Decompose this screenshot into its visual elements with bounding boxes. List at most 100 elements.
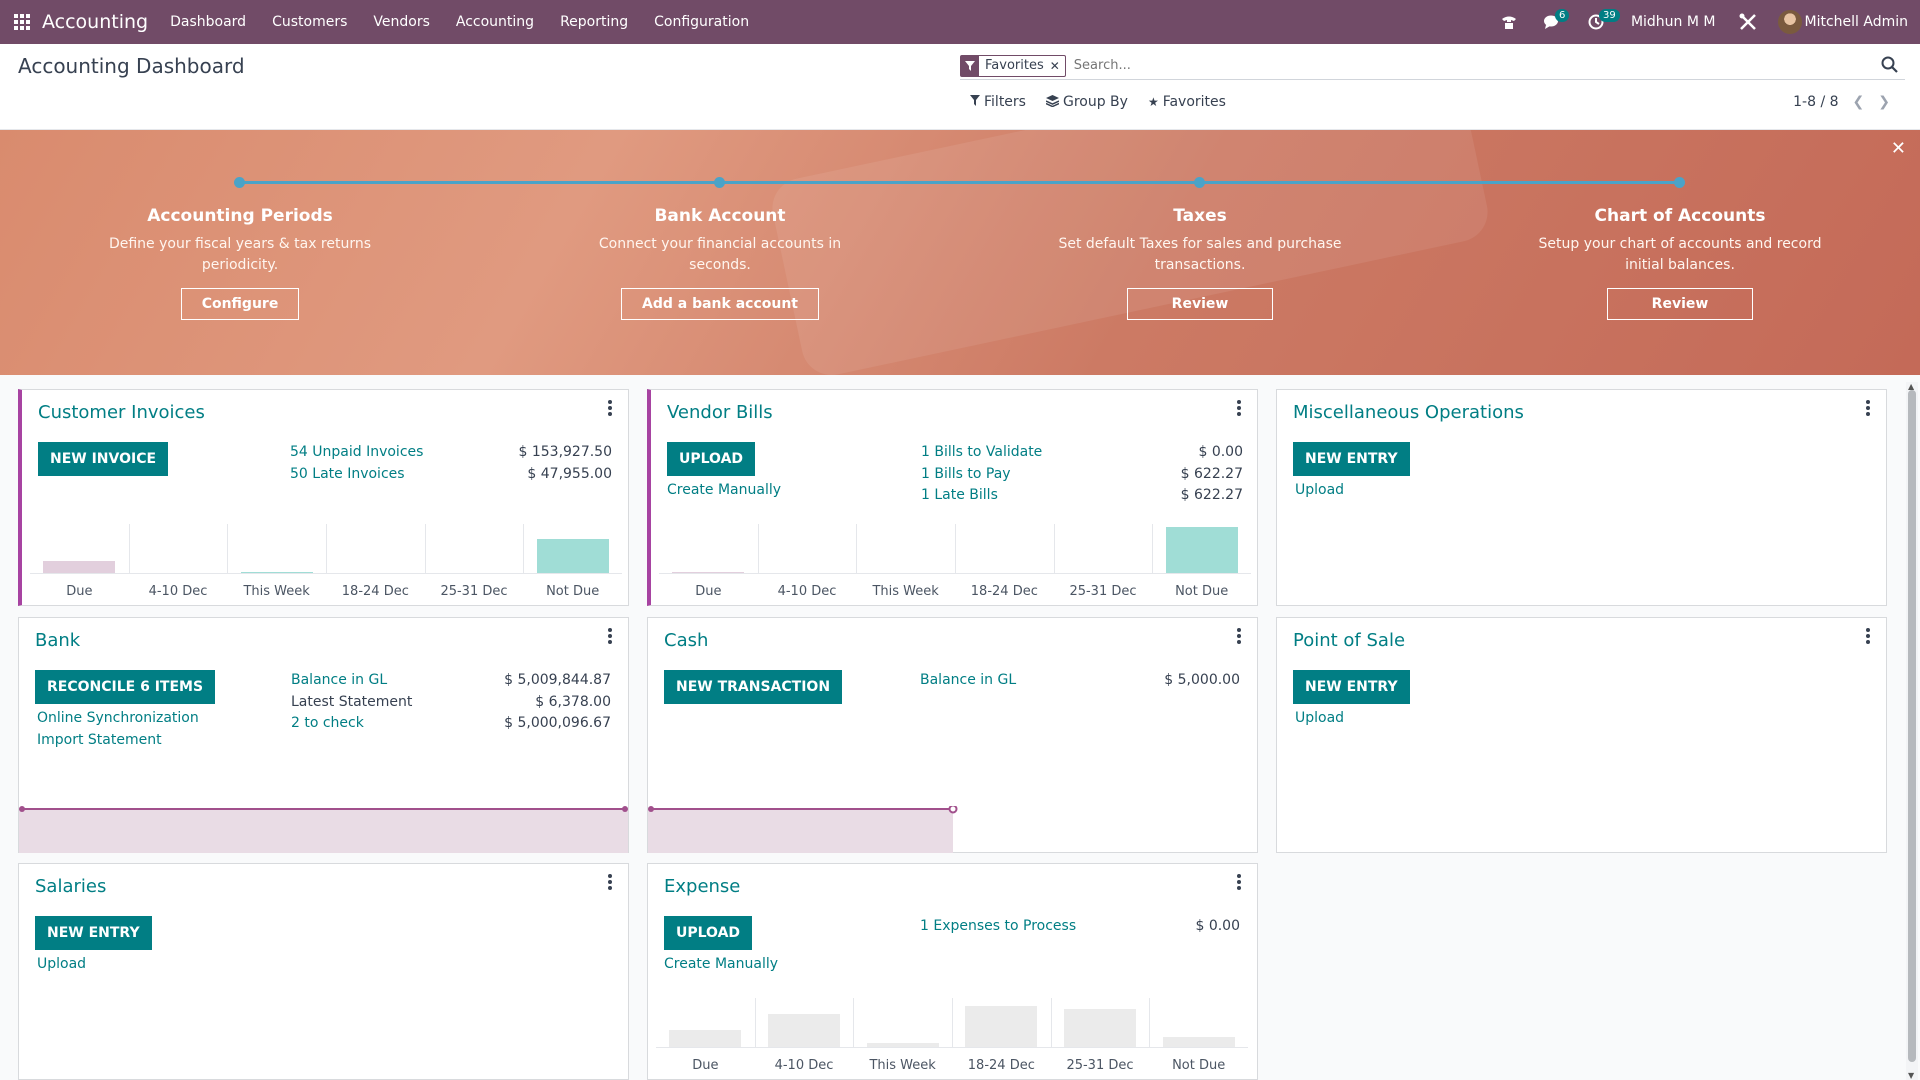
pager-next-icon[interactable]: ❯: [1878, 94, 1890, 110]
chart-x-label: 25-31 Dec: [440, 584, 508, 599]
scroll-down-icon[interactable]: ▼: [1908, 1071, 1914, 1080]
filters-dropdown[interactable]: Filters: [970, 94, 1026, 110]
chart-gridline: [952, 998, 953, 1048]
journal-card-vendor-bills: Vendor Bills UPLOAD Create Manually 1 Bi…: [647, 389, 1258, 606]
kebab-menu-icon[interactable]: [608, 400, 614, 416]
debug-tools-icon[interactable]: [1734, 8, 1762, 36]
cash-balance-line-chart[interactable]: [648, 806, 1259, 854]
search-icon[interactable]: [1881, 56, 1901, 76]
menu-vendors[interactable]: Vendors: [373, 14, 429, 30]
page-scrollbar[interactable]: ▲ ▼: [1906, 382, 1918, 1080]
bills-to-pay-link[interactable]: 1 Bills to Pay: [921, 466, 1011, 482]
favorites-label: Favorites: [1162, 94, 1226, 110]
new-entry-button[interactable]: NEW ENTRY: [35, 916, 152, 950]
create-manually-link[interactable]: Create Manually: [667, 482, 781, 498]
balance-area: [648, 809, 953, 853]
chart-gridline: [326, 524, 327, 574]
pager-value[interactable]: 1-8 / 8: [1793, 94, 1838, 110]
user-avatar[interactable]: [1777, 10, 1802, 34]
chart-bar-0[interactable]: [43, 560, 116, 574]
scrollbar-thumb[interactable]: [1908, 390, 1916, 1062]
kebab-menu-icon[interactable]: [1866, 400, 1872, 416]
menu-customers[interactable]: Customers: [272, 14, 347, 30]
company-switcher[interactable]: Midhun M M: [1631, 14, 1716, 30]
journal-title[interactable]: Customer Invoices: [38, 402, 205, 423]
pager-previous-icon[interactable]: ❮: [1853, 94, 1865, 110]
bank-balance-line-chart[interactable]: [19, 806, 630, 854]
upload-link[interactable]: Upload: [1295, 482, 1344, 498]
search-options: Filters Group By ★ Favorites: [970, 94, 1246, 110]
chart-bar-3[interactable]: [965, 1005, 1038, 1048]
chart-bar-5[interactable]: [536, 539, 609, 574]
kebab-menu-icon[interactable]: [1237, 400, 1243, 416]
bills-to-validate-link[interactable]: 1 Bills to Validate: [921, 444, 1042, 460]
expense-bar-chart[interactable]: Due 4-10 Dec This Week 18-24 Dec 25-31 Dec No…: [656, 998, 1248, 1073]
step-accounting-periods: Accounting Periods Define your fiscal ye…: [90, 206, 390, 320]
create-manually-link[interactable]: Create Manually: [664, 956, 778, 972]
balance-in-gl-link[interactable]: Balance in GL: [291, 672, 387, 688]
review-taxes-button[interactable]: Review: [1126, 288, 1274, 320]
menu-dashboard[interactable]: Dashboard: [170, 14, 246, 30]
unpaid-invoices-link[interactable]: 54 Unpaid Invoices: [290, 444, 423, 460]
kebab-menu-icon[interactable]: [1237, 874, 1243, 890]
online-synchronization-link[interactable]: Online Synchronization: [37, 710, 199, 726]
onboarding-progress-line: [240, 181, 1680, 184]
layers-icon: [1045, 94, 1060, 110]
upload-button[interactable]: UPLOAD: [667, 442, 756, 476]
kebab-menu-icon[interactable]: [1866, 628, 1872, 644]
journal-title[interactable]: Vendor Bills: [667, 402, 773, 423]
upload-button[interactable]: UPLOAD: [664, 916, 753, 950]
facet-remove-icon[interactable]: ✕: [1050, 59, 1065, 73]
balance-point: [622, 806, 628, 812]
menu-accounting[interactable]: Accounting: [456, 14, 534, 30]
close-icon[interactable]: ✕: [1891, 138, 1906, 159]
new-invoice-button[interactable]: NEW INVOICE: [38, 442, 169, 476]
phone-icon[interactable]: [1495, 8, 1523, 36]
user-menu[interactable]: Mitchell Admin: [1805, 14, 1909, 30]
reconcile-items-button[interactable]: RECONCILE 6 ITEMS: [35, 670, 216, 704]
kebab-menu-icon[interactable]: [1237, 628, 1243, 644]
group-by-dropdown[interactable]: Group By: [1045, 94, 1128, 110]
chart-gridline: [1149, 998, 1151, 1048]
chart-bar-0[interactable]: [669, 1029, 742, 1048]
invoices-bar-chart[interactable]: Due 4-10 Dec This Week 18-24 Dec 25-31 Dec No…: [30, 524, 622, 599]
app-brand[interactable]: Accounting: [42, 11, 148, 33]
menu-reporting[interactable]: Reporting: [560, 14, 628, 30]
late-bills-link[interactable]: 1 Late Bills: [921, 487, 998, 503]
configure-button[interactable]: Configure: [180, 288, 300, 320]
search-input[interactable]: [1073, 58, 1905, 73]
journal-title[interactable]: Salaries: [35, 876, 106, 897]
menu-configuration[interactable]: Configuration: [654, 14, 749, 30]
review-chart-of-accounts-button[interactable]: Review: [1606, 288, 1754, 320]
favorites-dropdown[interactable]: ★ Favorites: [1148, 94, 1226, 110]
step-dot-4: [1674, 177, 1685, 188]
new-transaction-button[interactable]: NEW TRANSACTION: [664, 670, 843, 704]
upload-link[interactable]: Upload: [1295, 710, 1344, 726]
journal-title[interactable]: Miscellaneous Operations: [1293, 402, 1524, 423]
app-menu-icon[interactable]: [0, 0, 44, 44]
import-statement-link[interactable]: Import Statement: [37, 732, 162, 748]
to-check-link[interactable]: 2 to check: [291, 715, 364, 731]
chart-bar-4[interactable]: [1064, 1008, 1136, 1048]
chart-bar-1[interactable]: [768, 1014, 840, 1048]
kebab-menu-icon[interactable]: [608, 874, 614, 890]
late-invoices-link[interactable]: 50 Late Invoices: [290, 466, 405, 482]
bills-bar-chart[interactable]: Due 4-10 Dec This Week 18-24 Dec 25-31 Dec No…: [659, 524, 1251, 599]
kebab-menu-icon[interactable]: [608, 628, 614, 644]
upload-link[interactable]: Upload: [37, 956, 86, 972]
activities-icon[interactable]: 39: [1583, 8, 1620, 36]
journal-title[interactable]: Bank: [35, 630, 80, 651]
chart-bar-5[interactable]: [1165, 527, 1238, 574]
add-bank-account-button[interactable]: Add a bank account: [621, 288, 819, 320]
journal-title[interactable]: Cash: [664, 630, 708, 651]
new-entry-button[interactable]: NEW ENTRY: [1293, 442, 1410, 476]
journal-title[interactable]: Expense: [664, 876, 740, 897]
balance-in-gl-link[interactable]: Balance in GL: [920, 672, 1016, 688]
journal-title[interactable]: Point of Sale: [1293, 630, 1405, 651]
filter-icon: [961, 55, 979, 76]
new-entry-button[interactable]: NEW ENTRY: [1293, 670, 1410, 704]
messages-icon[interactable]: 6: [1539, 8, 1570, 36]
expenses-to-process-link[interactable]: 1 Expenses to Process: [920, 918, 1076, 934]
chart-x-label: Not Due: [546, 584, 600, 599]
unpaid-invoices-amount: $ 153,927.50: [518, 444, 612, 460]
